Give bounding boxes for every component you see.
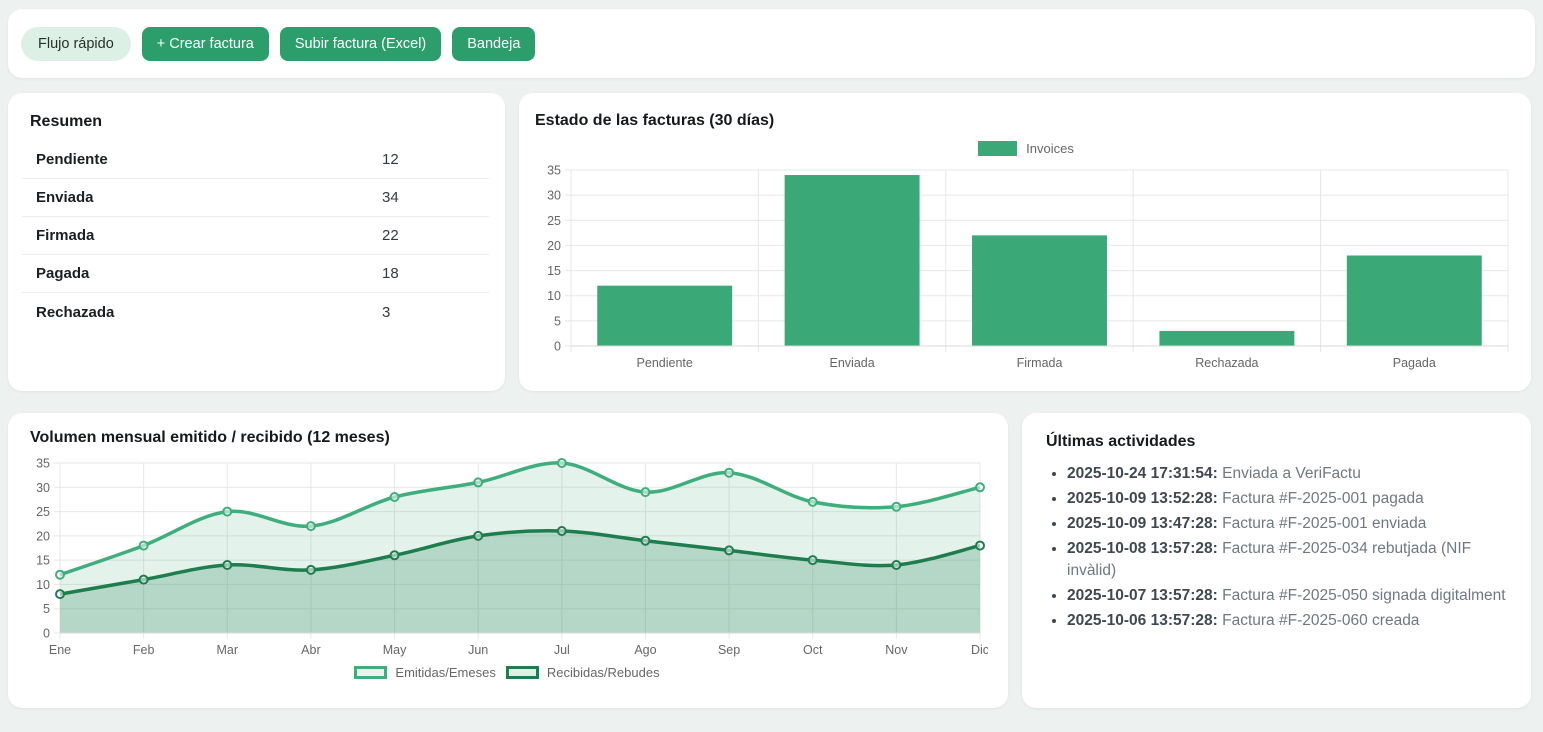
svg-text:0: 0 — [554, 340, 561, 354]
summary-title: Resumen — [22, 113, 489, 131]
recent-activities-card: Últimas actividades 2025-10-24 17:31:54:… — [1022, 413, 1531, 708]
monthly-volume-chart-card: Volumen mensual emitido / recibido (12 m… — [8, 413, 1008, 708]
activity-text: Factura #F-2025-001 enviada — [1222, 515, 1426, 532]
activity-timestamp: 2025-10-09 13:47:28: — [1067, 515, 1218, 532]
status-label: Firmada — [36, 227, 94, 244]
svg-text:Jul: Jul — [554, 643, 570, 657]
table-row: Pendiente 12 — [22, 141, 489, 179]
svg-text:May: May — [383, 643, 407, 657]
status-count: 12 — [382, 151, 399, 168]
status-count: 22 — [382, 227, 399, 244]
legend-swatch-icon — [354, 666, 387, 679]
legend-item-recibidas[interactable]: Recibidas/Rebudes — [506, 665, 660, 680]
svg-text:25: 25 — [547, 214, 561, 228]
list-item: 2025-10-24 17:31:54: Enviada a VeriFactu — [1067, 463, 1507, 485]
svg-text:Nov: Nov — [885, 643, 908, 657]
svg-text:5: 5 — [43, 602, 50, 616]
line-chart-legend: Emitidas/Emeses Recibidas/Rebudes — [22, 665, 992, 680]
svg-text:Mar: Mar — [217, 643, 239, 657]
bar-chart-legend-invoices[interactable]: Invoices — [535, 141, 1517, 156]
legend-swatch-icon — [506, 666, 539, 679]
svg-text:Firmada: Firmada — [1017, 356, 1063, 370]
table-row: Enviada 34 — [22, 179, 489, 217]
table-row: Pagada 18 — [22, 255, 489, 293]
activity-text: Factura #F-2025-060 creada — [1222, 612, 1419, 629]
status-count: 34 — [382, 189, 399, 206]
list-item: 2025-10-08 13:57:28: Factura #F-2025-034… — [1067, 538, 1507, 582]
svg-text:20: 20 — [36, 529, 50, 543]
toolbar: Flujo rápido + Crear factura Subir factu… — [8, 9, 1535, 78]
svg-text:0: 0 — [43, 627, 50, 641]
bar-chart-title: Estado de las facturas (30 días) — [535, 112, 1517, 130]
svg-text:35: 35 — [36, 457, 50, 471]
activity-text: Factura #F-2025-050 signada digitalment — [1222, 587, 1505, 604]
activity-timestamp: 2025-10-07 13:57:28: — [1067, 587, 1218, 604]
bottom-row: Volumen mensual emitido / recibido (12 m… — [8, 413, 1535, 708]
status-label: Pendiente — [36, 151, 108, 168]
activity-text: Factura #F-2025-001 pagada — [1222, 490, 1424, 507]
table-row: Rechazada 3 — [22, 293, 489, 331]
svg-text:10: 10 — [547, 289, 561, 303]
list-item: 2025-10-06 13:57:28: Factura #F-2025-060… — [1067, 610, 1507, 632]
svg-text:15: 15 — [36, 554, 50, 568]
svg-text:Pagada: Pagada — [1393, 356, 1436, 370]
list-item: 2025-10-09 13:52:28: Factura #F-2025-001… — [1067, 488, 1507, 510]
invoice-status-chart-card: Estado de las facturas (30 días) Invoice… — [519, 93, 1531, 391]
activity-timestamp: 2025-10-06 13:57:28: — [1067, 612, 1218, 629]
legend-item-emitidas[interactable]: Emitidas/Emeses — [354, 665, 495, 680]
svg-text:5: 5 — [554, 314, 561, 328]
activity-timestamp: 2025-10-24 17:31:54: — [1067, 465, 1218, 482]
svg-text:Jun: Jun — [468, 643, 488, 657]
svg-text:Dic: Dic — [971, 643, 988, 657]
activity-timestamp: 2025-10-08 13:57:28: — [1067, 540, 1218, 557]
svg-text:30: 30 — [547, 189, 561, 203]
legend-label: Recibidas/Rebudes — [547, 665, 660, 680]
status-label: Pagada — [36, 265, 89, 282]
quick-flow-pill[interactable]: Flujo rápido — [21, 27, 131, 61]
legend-label: Invoices — [1026, 141, 1074, 156]
legend-label: Emitidas/Emeses — [395, 665, 495, 680]
list-item: 2025-10-09 13:47:28: Factura #F-2025-001… — [1067, 513, 1507, 535]
svg-text:Ago: Ago — [634, 643, 656, 657]
svg-text:Rechazada: Rechazada — [1195, 356, 1258, 370]
status-count: 3 — [382, 304, 390, 321]
activities-title: Últimas actividades — [1046, 433, 1507, 451]
svg-text:10: 10 — [36, 578, 50, 592]
summary-table: Pendiente 12 Enviada 34 Firmada 22 Pagad… — [22, 141, 489, 331]
table-row: Firmada 22 — [22, 217, 489, 255]
svg-text:25: 25 — [36, 505, 50, 519]
svg-text:20: 20 — [547, 239, 561, 253]
create-invoice-button[interactable]: + Crear factura — [142, 27, 269, 61]
summary-card: Resumen Pendiente 12 Enviada 34 Firmada … — [8, 93, 505, 391]
svg-text:Enviada: Enviada — [830, 356, 875, 370]
upload-invoice-excel-button[interactable]: Subir factura (Excel) — [280, 27, 441, 61]
line-chart-title: Volumen mensual emitido / recibido (12 m… — [22, 429, 992, 447]
svg-text:30: 30 — [36, 481, 50, 495]
status-label: Rechazada — [36, 304, 114, 321]
svg-text:Pendiente: Pendiente — [637, 356, 693, 370]
inbox-button[interactable]: Bandeja — [452, 27, 535, 61]
invoices-bar-chart: 0 5 10 15 20 25 30 35 Pendiente Enviada Firmada Rec… — [535, 162, 1517, 374]
svg-text:35: 35 — [547, 164, 561, 178]
activities-list: 2025-10-24 17:31:54: Enviada a VeriFactu… — [1046, 463, 1507, 632]
status-label: Enviada — [36, 189, 94, 206]
status-count: 18 — [382, 265, 399, 282]
activity-timestamp: 2025-10-09 13:52:28: — [1067, 490, 1218, 507]
svg-text:Oct: Oct — [803, 643, 823, 657]
list-item: 2025-10-07 13:57:28: Factura #F-2025-050… — [1067, 585, 1507, 607]
svg-text:Ene: Ene — [49, 643, 71, 657]
svg-text:15: 15 — [547, 264, 561, 278]
svg-text:Sep: Sep — [718, 643, 740, 657]
top-row: Resumen Pendiente 12 Enviada 34 Firmada … — [8, 93, 1535, 391]
activity-text: Enviada a VeriFactu — [1222, 465, 1361, 482]
monthly-volume-line-chart: 0 5 10 15 20 25 30 35 Ene Feb Mar Abr May Jun Jul Ago Se… — [22, 455, 992, 661]
legend-swatch-icon — [978, 141, 1017, 156]
svg-text:Feb: Feb — [133, 643, 155, 657]
svg-text:Abr: Abr — [301, 643, 320, 657]
